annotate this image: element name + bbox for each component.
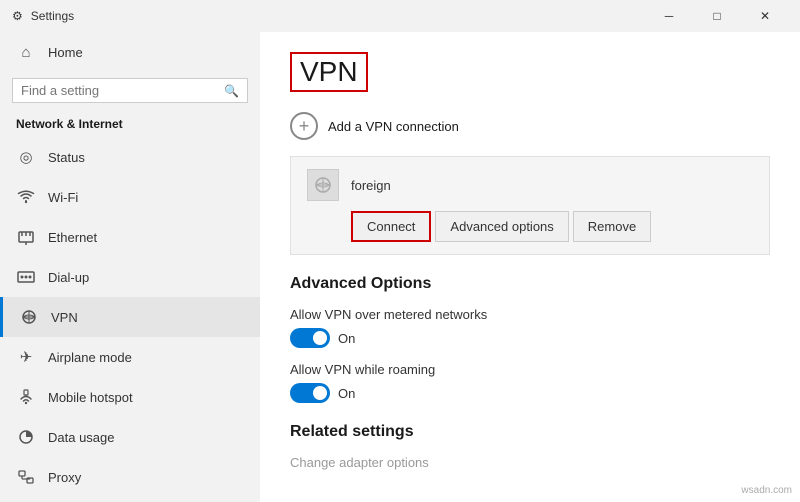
vpn-entry-card: foreign Connect Advanced options Remove (290, 156, 770, 255)
sidebar-item-airplane[interactable]: ✈ Airplane mode (0, 337, 260, 377)
advanced-options-button[interactable]: Advanced options (435, 211, 568, 242)
home-icon: ⌂ (16, 42, 36, 62)
title-bar-title: ⚙ Settings (12, 9, 74, 23)
sidebar: ⌂ Home 🔍 Network & Internet ◎ Status W (0, 32, 260, 502)
proxy-label: Proxy (48, 470, 81, 485)
vpn-roaming-control: On (290, 383, 770, 403)
related-settings-heading: Related settings (290, 423, 770, 441)
status-icon: ◎ (16, 147, 36, 167)
maximize-button[interactable]: □ (694, 0, 740, 32)
vpn-entry-icon (307, 169, 339, 201)
main-content: VPN + Add a VPN connection foreign (260, 32, 800, 502)
remove-button[interactable]: Remove (573, 211, 651, 242)
plus-icon: + (290, 112, 318, 140)
datausage-label: Data usage (48, 430, 115, 445)
proxy-icon (16, 467, 36, 487)
vpn-roaming-toggle-row: Allow VPN while roaming On (290, 362, 770, 403)
sidebar-item-proxy[interactable]: Proxy (0, 457, 260, 497)
dialup-label: Dial-up (48, 270, 89, 285)
vpn-roaming-text: On (338, 386, 355, 401)
close-button[interactable]: ✕ (742, 0, 788, 32)
search-icon: 🔍 (224, 84, 239, 98)
sidebar-item-datausage[interactable]: Data usage (0, 417, 260, 457)
ethernet-icon (16, 227, 36, 247)
vpn-metered-label: Allow VPN over metered networks (290, 307, 770, 322)
connect-button[interactable]: Connect (351, 211, 431, 242)
sidebar-section-title: Network & Internet (0, 109, 260, 137)
sidebar-item-dialup[interactable]: Dial-up (0, 257, 260, 297)
settings-icon: ⚙ (12, 9, 23, 23)
vpn-metered-switch[interactable] (290, 328, 330, 348)
related-settings: Related settings Change adapter options (290, 423, 770, 470)
ethernet-label: Ethernet (48, 230, 97, 245)
vpn-buttons: Connect Advanced options Remove (307, 211, 753, 242)
sidebar-item-status[interactable]: ◎ Status (0, 137, 260, 177)
vpn-metered-text: On (338, 331, 355, 346)
vpn-label: VPN (51, 310, 78, 325)
search-input[interactable] (21, 83, 224, 98)
status-label: Status (48, 150, 85, 165)
home-label: Home (48, 45, 83, 60)
vpn-roaming-switch[interactable] (290, 383, 330, 403)
app-body: ⌂ Home 🔍 Network & Internet ◎ Status W (0, 32, 800, 502)
airplane-label: Airplane mode (48, 350, 132, 365)
add-vpn-label: Add a VPN connection (328, 119, 459, 134)
change-adapter-link[interactable]: Change adapter options (290, 455, 770, 470)
vpn-roaming-label: Allow VPN while roaming (290, 362, 770, 377)
sidebar-item-vpn[interactable]: VPN (0, 297, 260, 337)
airplane-icon: ✈ (16, 347, 36, 367)
hotspot-icon (16, 387, 36, 407)
vpn-icon (19, 307, 39, 327)
sidebar-item-ethernet[interactable]: Ethernet (0, 217, 260, 257)
wifi-icon (16, 187, 36, 207)
vpn-entry-header: foreign (307, 169, 753, 201)
sidebar-item-home[interactable]: ⌂ Home (0, 32, 260, 72)
vpn-metered-control: On (290, 328, 770, 348)
window-controls: ─ □ ✕ (646, 0, 788, 32)
vpn-metered-toggle-row: Allow VPN over metered networks On (290, 307, 770, 348)
page-title: VPN (290, 52, 368, 92)
watermark: wsadn.com (741, 485, 792, 496)
vpn-entry-name: foreign (351, 178, 391, 193)
dialup-icon (16, 267, 36, 287)
search-box[interactable]: 🔍 (12, 78, 248, 103)
sidebar-item-hotspot[interactable]: Mobile hotspot (0, 377, 260, 417)
title-bar: ⚙ Settings ─ □ ✕ (0, 0, 800, 32)
advanced-options-heading: Advanced Options (290, 275, 770, 293)
wifi-label: Wi-Fi (48, 190, 78, 205)
sidebar-item-wifi[interactable]: Wi-Fi (0, 177, 260, 217)
datausage-icon (16, 427, 36, 447)
hotspot-label: Mobile hotspot (48, 390, 133, 405)
add-vpn-row[interactable]: + Add a VPN connection (290, 112, 770, 140)
minimize-button[interactable]: ─ (646, 0, 692, 32)
